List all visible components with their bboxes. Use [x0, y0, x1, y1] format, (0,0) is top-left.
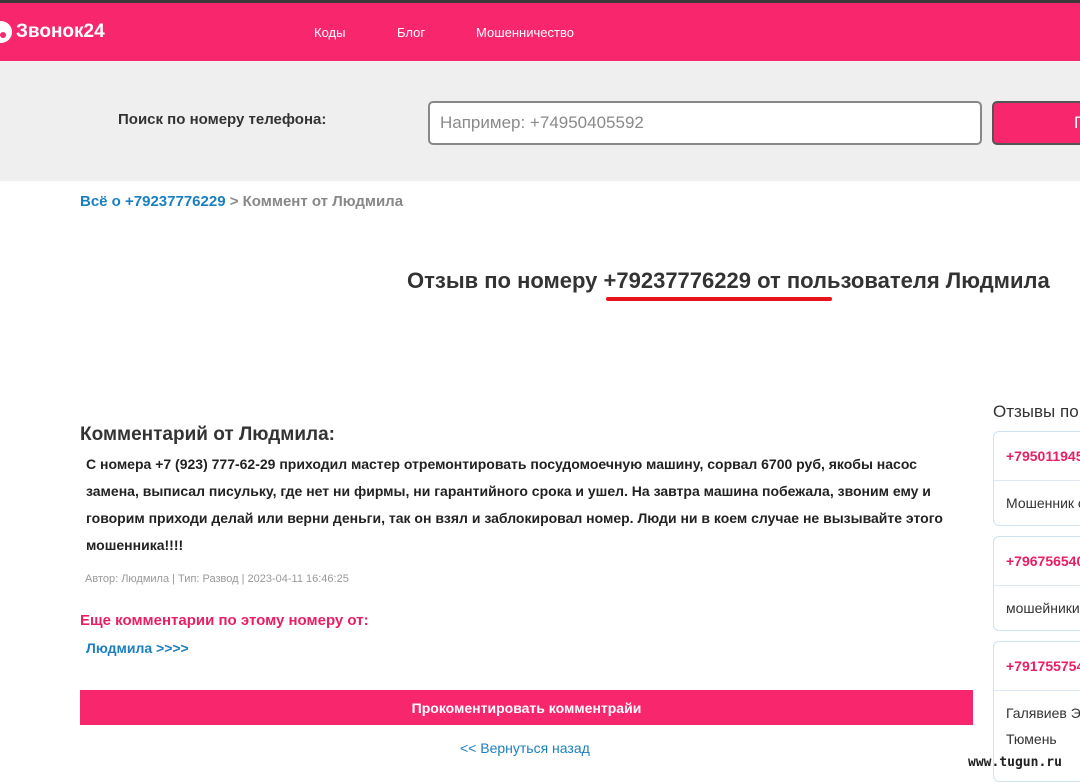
sidebar-title: Отзывы по [993, 402, 1079, 421]
breadcrumb: Всё о +79237776229 > Коммент от Людмила [80, 193, 403, 210]
nav-item-fraud[interactable]: Мошенничество [476, 25, 574, 40]
site-header: Звонок24 Коды Блог Мошенничество [0, 3, 1080, 61]
search-label: Поиск по номеру телефона: [118, 111, 327, 128]
site-logo[interactable]: Звонок24 [0, 20, 105, 44]
sidebar-review-card[interactable]: +795011945 Мошенник с [993, 431, 1080, 526]
more-comments-label: Еще комментарии по этому номеру от: [80, 612, 369, 629]
breadcrumb-phone-link[interactable]: Всё о +79237776229 [80, 193, 226, 210]
breadcrumb-separator: > [229, 193, 239, 210]
comment-heading: Комментарий от Людмила: [80, 424, 336, 445]
back-link[interactable]: << Вернуться назад [460, 740, 590, 756]
card-text: мошейники [1006, 600, 1080, 616]
search-button[interactable]: П [992, 101, 1080, 145]
sidebar-review-card[interactable]: +796756540 мошейники [993, 536, 1080, 631]
card-divider [994, 585, 1080, 586]
card-phone[interactable]: +795011945 [1006, 448, 1080, 464]
red-underline-annotation [606, 297, 832, 301]
comment-body: С номера +7 (923) 777-62-29 приходил мас… [86, 456, 943, 553]
card-divider [994, 480, 1080, 481]
card-divider [994, 690, 1080, 691]
watermark: www.tugun.ru [968, 755, 1062, 770]
nav-item-codes[interactable]: Коды [314, 25, 345, 40]
card-text: Галявиев Э [1006, 705, 1080, 721]
page-title: Отзыв по номеру +79237776229 от пользова… [407, 268, 1050, 293]
card-phone[interactable]: +796756540 [1006, 553, 1080, 569]
logo-text: Звонок24 [16, 21, 105, 42]
card-phone[interactable]: +791755754 [1006, 658, 1080, 674]
comment-meta: Автор: Людмила | Тип: Развод | 2023-04-1… [85, 573, 349, 585]
search-section: Поиск по номеру телефона: П [0, 61, 1080, 181]
phone-search-input[interactable] [428, 101, 982, 145]
nav-item-blog[interactable]: Блог [397, 25, 425, 40]
breadcrumb-current: Коммент от Людмила [242, 193, 404, 210]
more-comments-link[interactable]: Людмила >>>> [86, 640, 189, 656]
card-text: Тюмень [1006, 731, 1057, 747]
logo-icon [0, 21, 12, 43]
card-text: Мошенник с [1006, 495, 1080, 511]
reply-comment-button[interactable]: Прокоментировать комментрайи [80, 690, 973, 725]
